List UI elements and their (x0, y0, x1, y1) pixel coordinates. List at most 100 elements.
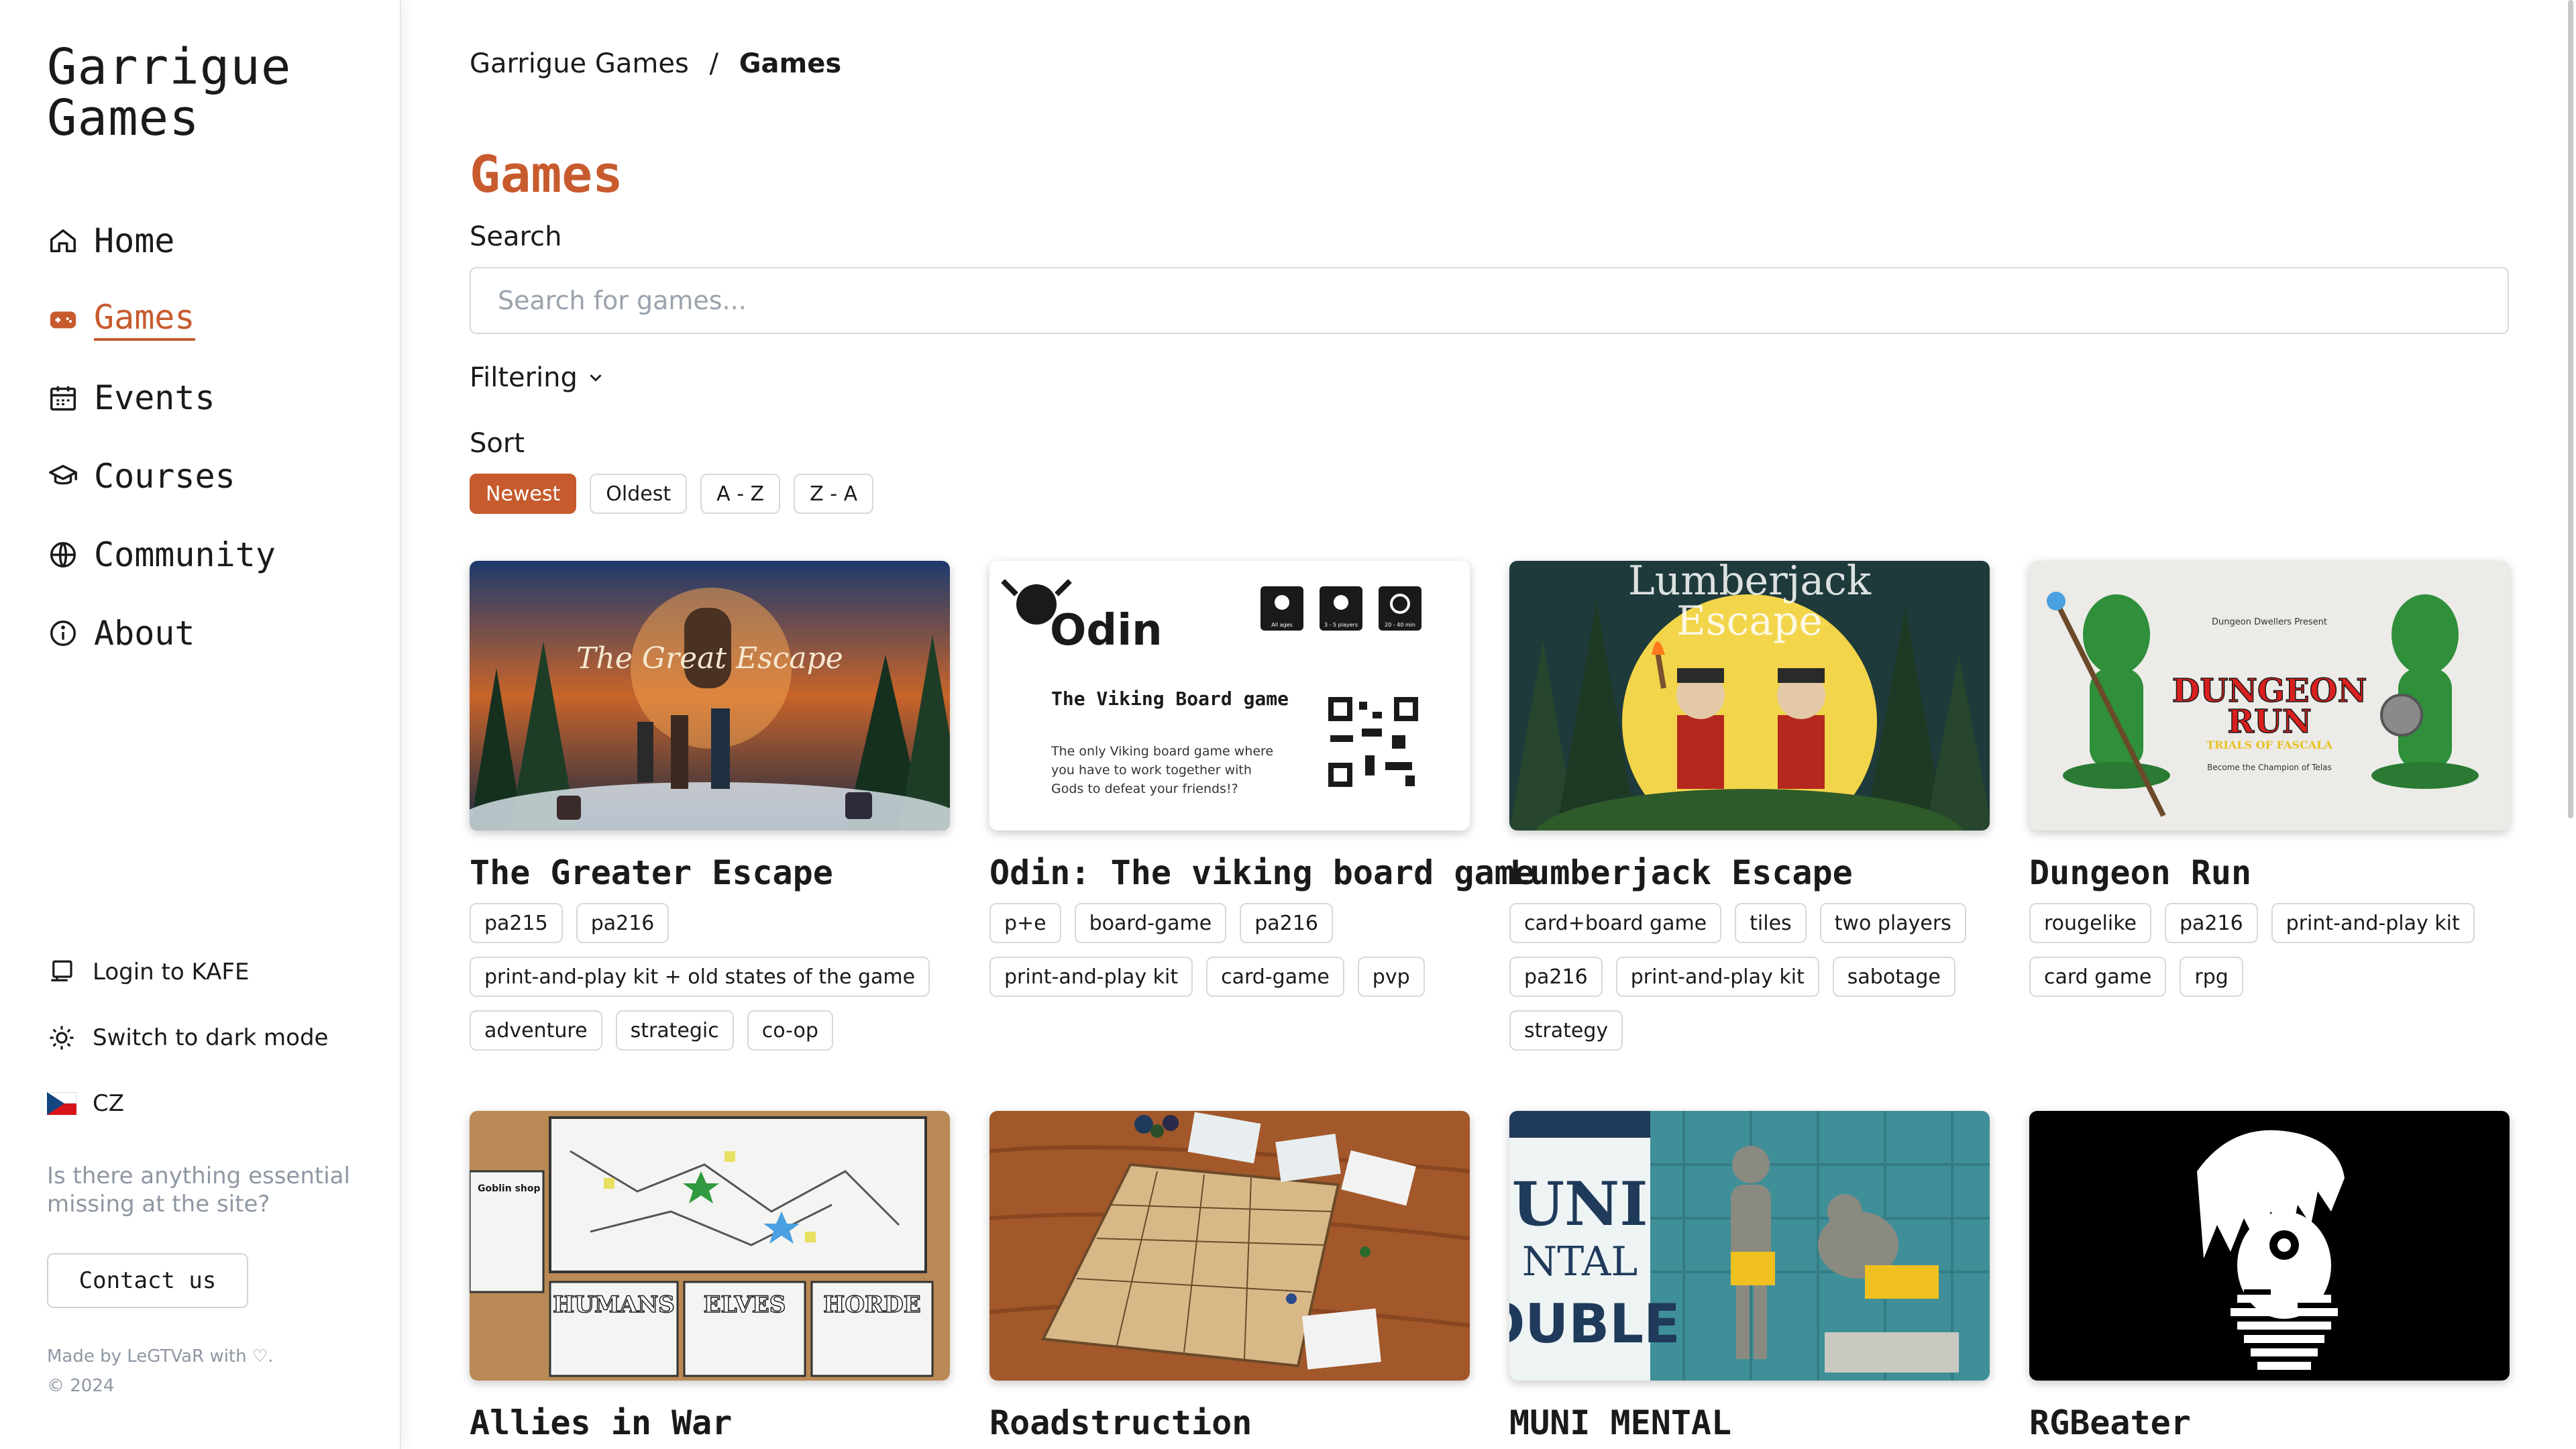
game-tags: card+board game tiles two players pa216 … (1509, 903, 1990, 1051)
game-card[interactable]: The Great Escape The Greater Escape pa21… (470, 561, 950, 1051)
contact-button[interactable]: Contact us (47, 1253, 248, 1308)
nav-label: About (94, 613, 195, 653)
game-title: Dungeon Run (2029, 853, 2252, 892)
made-by-text: Made by LeGTVaR with ♡. (47, 1346, 274, 1366)
game-tag[interactable]: two players (1819, 903, 1966, 943)
odin-blurb-text: you have to work together with (1051, 763, 1252, 777)
login-link[interactable]: Login to KAFE (47, 939, 328, 1005)
allies-faction-text: HORDE (823, 1291, 920, 1318)
game-card[interactable]: Roadstruction (989, 1111, 1470, 1442)
filtering-toggle[interactable]: Filtering (470, 362, 606, 393)
breadcrumb: Garrigue Games / Games (470, 48, 841, 79)
game-tag[interactable]: pa216 (2164, 903, 2258, 943)
sort-za-button[interactable]: Z - A (794, 474, 874, 514)
allies-faction-text: HUMANS (553, 1291, 674, 1318)
brand-logo[interactable]: Garrigue Games (47, 42, 400, 144)
sort-az-button[interactable]: A - Z (700, 474, 781, 514)
brand-name: Garrigue Games (47, 38, 292, 147)
game-thumbnail: UNI NTAL OUBLE (1509, 1111, 1990, 1381)
nav-item-games[interactable]: Games (47, 280, 276, 358)
odin-badge-text: All ages (1271, 622, 1293, 628)
game-tag[interactable]: rpg (2180, 957, 2243, 997)
game-card[interactable]: Odin All ages 3 - 5 players 20 - 40 min … (989, 561, 1535, 1051)
language-label: CZ (93, 1090, 125, 1117)
game-tag[interactable]: pvp (1357, 957, 1425, 997)
game-tag[interactable]: rougelike (2029, 903, 2151, 943)
game-tag[interactable]: print-and-play kit (989, 957, 1193, 997)
main-nav: Home Games Events Courses Community Abou… (47, 201, 276, 672)
footer-credits: Made by LeGTVaR with ♡. © 2024 (47, 1342, 273, 1401)
game-tag[interactable]: tiles (1735, 903, 1807, 943)
game-thumbnail: Lumberjack Escape (1509, 561, 1990, 830)
sun-icon (47, 1023, 76, 1053)
nav-item-about[interactable]: About (47, 594, 276, 672)
game-tags: p+e board-game pa216 print-and-play kit … (989, 903, 1470, 997)
game-tag[interactable]: strategic (615, 1010, 734, 1051)
game-tags: pa215 pa216 print-and-play kit + old sta… (470, 903, 950, 1051)
game-tag[interactable]: board-game (1074, 903, 1227, 943)
globe-icon (47, 539, 79, 571)
nav-item-home[interactable]: Home (47, 201, 276, 280)
search-input[interactable] (470, 267, 2509, 334)
game-card[interactable]: RGBeater (2029, 1111, 2510, 1442)
muni-sign-text: OUBLE (1509, 1293, 1680, 1355)
odin-subtitle-text: The Viking Board game (1051, 688, 1289, 710)
game-card[interactable]: Dungeon Dwellers Present DUNGEON RUN TRI… (2029, 561, 2510, 1051)
game-tag[interactable]: pa216 (576, 903, 669, 943)
game-tag[interactable]: pa216 (1509, 957, 1603, 997)
nav-label: Games (94, 298, 195, 341)
game-tags: rougelike pa216 print-and-play kit card … (2029, 903, 2510, 997)
dungeon-tagline-text: Become the Champion of Telas (2207, 763, 2332, 772)
game-tag[interactable]: co-op (747, 1010, 833, 1051)
language-switch[interactable]: CZ (47, 1071, 328, 1136)
graduation-cap-icon (47, 460, 79, 492)
nav-item-events[interactable]: Events (47, 358, 276, 437)
game-tag[interactable]: pa216 (1240, 903, 1333, 943)
missing-prompt: Is there anything essential missing at t… (47, 1163, 350, 1218)
game-tag[interactable]: print-and-play kit + old states of the g… (470, 957, 930, 997)
game-title: Lumberjack Escape (1509, 853, 1853, 892)
game-tag[interactable]: print-and-play kit (2271, 903, 2475, 943)
game-title: Allies in War (470, 1403, 733, 1442)
sort-newest-button[interactable]: Newest (470, 474, 577, 514)
game-thumbnail (2029, 1111, 2510, 1381)
game-tag[interactable]: sabotage (1832, 957, 1955, 997)
game-tag[interactable]: card-game (1206, 957, 1344, 997)
breadcrumb-root[interactable]: Garrigue Games (470, 48, 689, 79)
dungeon-subtitle-text: TRIALS OF FASCALA (2206, 739, 2332, 751)
czech-flag-icon (47, 1089, 76, 1118)
game-tag[interactable]: strategy (1509, 1010, 1623, 1051)
sort-label: Sort (470, 428, 525, 459)
copyright-text: © 2024 (47, 1376, 115, 1396)
sidebar: Garrigue Games Home Games Events Courses (0, 0, 401, 1449)
muni-sign-text: NTAL (1522, 1238, 1638, 1285)
muni-sign-text: UNI (1512, 1169, 1648, 1240)
dungeon-title-text: RUN (2227, 703, 2312, 741)
game-card[interactable]: Lumberjack Escape Lumberjack Escape card… (1509, 561, 1990, 1051)
nav-label: Home (94, 221, 175, 260)
game-card[interactable]: UNI NTAL OUBLE MUNI MENTAL (1509, 1111, 1990, 1442)
nav-item-courses[interactable]: Courses (47, 437, 276, 515)
sort-oldest-button[interactable]: Oldest (590, 474, 688, 514)
breadcrumb-separator: / (709, 48, 718, 79)
page-scrollbar[interactable] (2568, 0, 2573, 818)
login-icon (47, 957, 76, 987)
game-tag[interactable]: adventure (470, 1010, 602, 1051)
nav-label: Courses (94, 456, 235, 496)
game-tag[interactable]: print-and-play kit (1615, 957, 1819, 997)
thumbnail-title-text: Escape (1676, 598, 1823, 645)
odin-logo-text: Odin (1050, 606, 1163, 655)
dark-mode-label: Switch to dark mode (93, 1024, 329, 1051)
game-tag[interactable]: card game (2029, 957, 2167, 997)
game-title: Odin: The viking board game (989, 853, 1535, 892)
game-tag[interactable]: p+e (989, 903, 1061, 943)
game-tag[interactable]: pa215 (470, 903, 563, 943)
dark-mode-toggle[interactable]: Switch to dark mode (47, 1005, 328, 1071)
game-tag[interactable]: card+board game (1509, 903, 1722, 943)
calendar-icon (47, 382, 79, 414)
game-title: Roadstruction (989, 1403, 1252, 1442)
games-grid: The Great Escape The Greater Escape pa21… (470, 561, 2510, 1442)
game-thumbnail (989, 1111, 1470, 1381)
nav-item-community[interactable]: Community (47, 515, 276, 594)
game-card[interactable]: Goblin shop HUMANS ELVES HORDE Allies in… (470, 1111, 950, 1442)
